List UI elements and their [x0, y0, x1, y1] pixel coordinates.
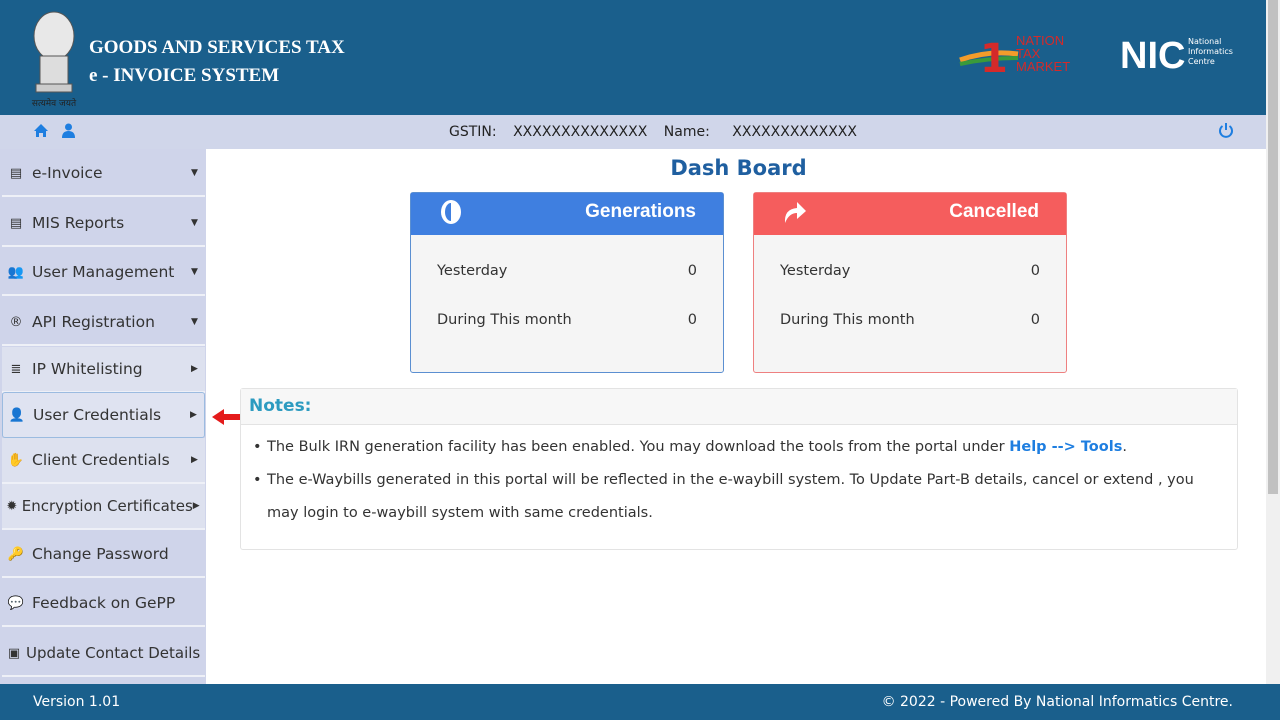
id-card-icon: ▣ — [7, 645, 21, 661]
sidebar-item-e-invoice[interactable]: ▤ e-Invoice ▼ — [2, 151, 205, 197]
sidebar-item-user-management[interactable]: 👥 User Management ▼ — [2, 250, 205, 296]
row-label: During This month — [780, 312, 915, 328]
sidebar-item-change-password[interactable]: 🔑 Change Password — [2, 532, 205, 578]
sidebar-item-label: API Registration — [32, 313, 155, 331]
card-title: Cancelled — [949, 201, 1039, 222]
app-title: GOODS AND SERVICES TAX e - INVOICE SYSTE… — [89, 34, 345, 90]
caret-right-icon: ▶ — [190, 410, 197, 420]
caret-down-icon: ▼ — [191, 317, 198, 327]
caret-right-icon: ▶ — [192, 501, 200, 511]
share-icon — [782, 199, 808, 232]
notes-list: The Bulk IRN generation facility has bee… — [241, 425, 1237, 530]
sidebar-item-api-registration[interactable]: ® API Registration ▼ — [2, 300, 205, 346]
card-title: Generations — [585, 201, 696, 222]
card-row: During This month 0 — [437, 312, 697, 328]
adjust-icon — [439, 199, 463, 232]
caret-down-icon: ▼ — [191, 267, 198, 277]
svg-text:NIC: NIC — [1120, 35, 1185, 72]
generations-card: Generations Yesterday 0 During This month… — [410, 192, 724, 373]
scrollbar-thumb[interactable] — [1268, 0, 1278, 494]
row-value: 0 — [1030, 312, 1040, 328]
key-icon: 🔑 — [7, 546, 25, 562]
sidebar-item-mis-reports[interactable]: ▤ MIS Reports ▼ — [2, 201, 205, 247]
row-label: Yesterday — [437, 263, 508, 279]
users-icon: 👥 — [7, 264, 25, 280]
home-icon[interactable] — [33, 123, 49, 142]
registered-icon: ® — [9, 314, 23, 330]
sidebar-item-label: MIS Reports — [32, 214, 125, 232]
sidebar-item-user-credentials[interactable]: 👤 User Credentials ▶ — [2, 392, 205, 438]
card-header: Generations — [411, 193, 723, 235]
nic-logo: NIC National Informatics Centre — [1120, 35, 1233, 72]
list-icon: ▤ — [9, 215, 23, 231]
sidebar-item-label: IP Whitelisting — [32, 360, 143, 378]
file-icon: ▤ — [9, 165, 23, 181]
svg-text:1: 1 — [980, 36, 1008, 74]
gstin-label: GSTIN: — [449, 124, 497, 140]
notes-heading: Notes: — [241, 389, 1237, 425]
caret-right-icon: ▶ — [191, 364, 198, 374]
note-item: The Bulk IRN generation facility has bee… — [253, 431, 1217, 464]
notes-panel: Notes: The Bulk IRN generation facility … — [240, 388, 1238, 550]
version-label: Version 1.01 — [33, 694, 121, 710]
footer: Version 1.01 © 2022 - Powered By Nationa… — [0, 684, 1280, 720]
note-text: The Bulk IRN generation facility has bee… — [267, 439, 1010, 455]
sidebar-item-feedback[interactable]: 💬 Feedback on GePP — [2, 581, 205, 627]
note-text-end: . — [1122, 439, 1127, 455]
one-nation-tax-market-logo: 1 NATION TAX MARKET — [959, 33, 1070, 74]
sidebar-item-ip-whitelisting[interactable]: ≣ IP Whitelisting ▶ — [2, 347, 205, 393]
svg-text:MARKET: MARKET — [1016, 59, 1070, 74]
national-emblem-logo: सत्यमेव जयते — [32, 11, 77, 109]
sidebar-item-client-credentials[interactable]: ✋ Client Credentials ▶ — [2, 438, 205, 484]
row-label: Yesterday — [780, 263, 851, 279]
title-line-1: GOODS AND SERVICES TAX — [89, 37, 345, 58]
copyright-text: © 2022 - Powered By National Informatics… — [881, 694, 1233, 710]
gstin-info: GSTIN: XXXXXXXXXXXXXX Name: XXXXXXXXXXXX… — [449, 124, 869, 140]
handshake-icon: ✋ — [7, 452, 25, 468]
sidebar-item-label: Client Credentials — [32, 451, 170, 469]
sidebar-item-label: Update Contact Details — [26, 644, 201, 662]
title-line-2: e - INVOICE SYSTEM — [89, 65, 280, 86]
note-item: The e-Waybills generated in this portal … — [253, 464, 1217, 530]
info-bar: GSTIN: XXXXXXXXXXXXXX Name: XXXXXXXXXXXX… — [0, 115, 1266, 149]
sidebar-item-label: Change Password — [32, 545, 169, 563]
card-row: During This month 0 — [780, 312, 1040, 328]
sidebar-item-update-contact-details[interactable]: ▣ Update Contact Details — [2, 631, 205, 677]
comments-icon: 💬 — [7, 595, 25, 611]
sidebar-item-label: e-Invoice — [32, 164, 103, 182]
header: सत्यमेव जयते GOODS AND SERVICES TAX e - … — [0, 0, 1266, 115]
svg-text:Centre: Centre — [1188, 57, 1215, 66]
card-row: Yesterday 0 — [437, 263, 697, 279]
cancelled-card: Cancelled Yesterday 0 During This month 0 — [753, 192, 1067, 373]
certificate-icon: ✹ — [6, 498, 18, 514]
caret-down-icon: ▼ — [191, 168, 198, 178]
caret-down-icon: ▼ — [191, 218, 198, 228]
user-icon[interactable] — [62, 123, 75, 142]
user-cog-icon: 👤 — [8, 407, 26, 423]
sidebar-item-encryption-certificates[interactable]: ✹ Encryption Certificates ▶ — [2, 484, 205, 530]
sidebar: ▤ e-Invoice ▼ ▤ MIS Reports ▼ 👥 User Manageme… — [0, 149, 206, 684]
name-label: Name: — [663, 124, 710, 140]
server-icon: ≣ — [10, 361, 22, 377]
card-header: Cancelled — [754, 193, 1066, 235]
sidebar-item-label: User Credentials — [33, 406, 162, 424]
sidebar-item-label: Feedback on GePP — [32, 594, 176, 612]
row-value: 0 — [687, 312, 697, 328]
row-label: During This month — [437, 312, 572, 328]
scrollbar[interactable] — [1266, 0, 1280, 684]
row-value: 0 — [687, 263, 697, 279]
svg-text:सत्यमेव जयते: सत्यमेव जयते — [32, 97, 77, 109]
svg-text:National: National — [1188, 37, 1221, 46]
row-value: 0 — [1030, 263, 1040, 279]
power-icon[interactable] — [1218, 122, 1234, 142]
help-tools-link[interactable]: Help --> Tools — [1009, 439, 1122, 455]
svg-text:Informatics: Informatics — [1188, 47, 1233, 56]
caret-right-icon: ▶ — [191, 455, 198, 465]
sidebar-item-label: Encryption Certificates — [21, 497, 193, 515]
page-title: Dash Board — [670, 156, 807, 180]
sidebar-item-label: User Management — [32, 263, 175, 281]
card-row: Yesterday 0 — [780, 263, 1040, 279]
name-value: XXXXXXXXXXXXX — [732, 124, 857, 140]
gstin-value: XXXXXXXXXXXXXX — [513, 124, 648, 140]
